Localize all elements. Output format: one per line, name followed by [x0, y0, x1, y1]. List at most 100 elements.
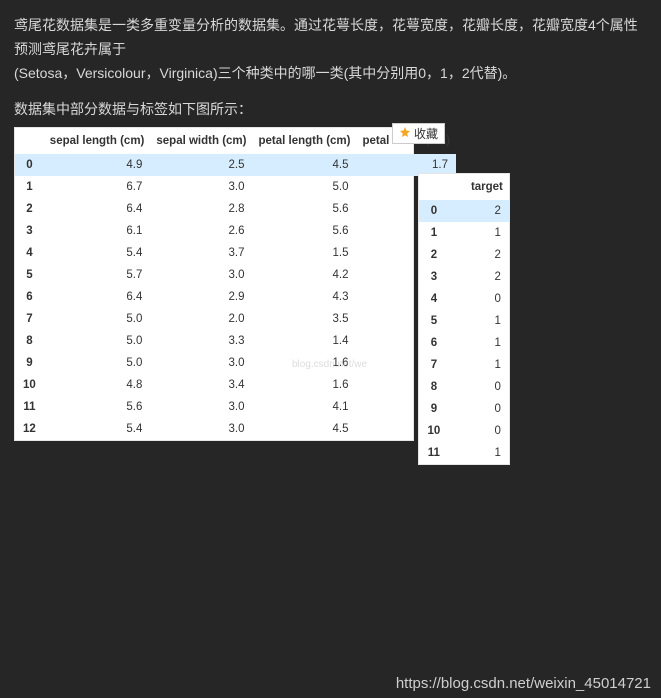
table-row: 55.73.04.21.2 [15, 264, 456, 286]
table-row: 51 [419, 310, 509, 332]
cell-value: 4.5 [252, 418, 356, 440]
cell-value: 3.0 [150, 396, 252, 418]
cell-value: 0 [449, 398, 509, 420]
intro-paragraph: 鸢尾花数据集是一类多重变量分析的数据集。通过花萼长度，花萼宽度，花瓣长度，花瓣宽… [14, 14, 647, 85]
table-row: 71 [419, 354, 509, 376]
col-blank [419, 174, 449, 200]
cell-value: 3.4 [150, 374, 252, 396]
row-index: 11 [15, 396, 44, 418]
cell-value: 4.1 [252, 396, 356, 418]
table-row: 22 [419, 244, 509, 266]
cell-value: 5.4 [44, 242, 151, 264]
row-index: 10 [419, 420, 449, 442]
table-row: 02 [419, 200, 509, 222]
table-row: 04.92.54.51.7 [15, 154, 456, 176]
row-index: 5 [419, 310, 449, 332]
row-index: 9 [419, 398, 449, 420]
row-index: 8 [419, 376, 449, 398]
col-header-target: target [449, 174, 509, 200]
row-index: 3 [15, 220, 44, 242]
table-row: 80 [419, 376, 509, 398]
row-index: 11 [419, 442, 449, 464]
cell-value: 3.5 [252, 308, 356, 330]
cell-value: 5.0 [252, 176, 356, 198]
bookmark-label: 收藏 [414, 125, 438, 142]
cell-value: 1.6 [252, 374, 356, 396]
row-index: 4 [15, 242, 44, 264]
bookmark-button[interactable]: 收藏 [392, 123, 445, 144]
cell-value: 6.1 [44, 220, 151, 242]
table-row: 66.42.94.31.3 [15, 286, 456, 308]
cell-value: 2.9 [150, 286, 252, 308]
table-row: 111 [419, 442, 509, 464]
table-row: 90 [419, 398, 509, 420]
cell-value: 6.7 [44, 176, 151, 198]
cell-value: 1.5 [252, 242, 356, 264]
table-row: 36.12.65.61.4 [15, 220, 456, 242]
targets-table: target 02112232405161718090100111 [419, 174, 509, 464]
cell-value: 1 [449, 310, 509, 332]
row-index: 1 [15, 176, 44, 198]
cell-value: 4.9 [44, 154, 151, 176]
row-index: 3 [419, 266, 449, 288]
row-index: 7 [15, 308, 44, 330]
cell-value: 2.0 [150, 308, 252, 330]
cell-value: 3.0 [150, 352, 252, 374]
table-row: 115.63.04.11.3 [15, 396, 456, 418]
cell-value: 2.5 [150, 154, 252, 176]
table-row: 95.03.01.60.2 [15, 352, 456, 374]
cell-value: 3.0 [150, 176, 252, 198]
cell-value: 3.0 [150, 264, 252, 286]
cell-value: 6.4 [44, 286, 151, 308]
cell-value: 0 [449, 420, 509, 442]
table-row: 32 [419, 266, 509, 288]
features-table: sepal length (cm) sepal width (cm) petal… [15, 128, 456, 440]
table-row: 45.43.71.50.2 [15, 242, 456, 264]
cell-value: 1 [449, 442, 509, 464]
table-row: 61 [419, 332, 509, 354]
cell-value: 1 [449, 332, 509, 354]
cell-value: 5.0 [44, 308, 151, 330]
col-header: sepal width (cm) [150, 128, 252, 154]
footer-url: https://blog.csdn.net/weixin_45014721 [396, 675, 651, 692]
row-index: 9 [15, 352, 44, 374]
table-row: 104.83.41.60.2 [15, 374, 456, 396]
row-index: 2 [419, 244, 449, 266]
cell-value: 4.2 [252, 264, 356, 286]
row-index: 1 [419, 222, 449, 244]
cell-value: 6.4 [44, 198, 151, 220]
cell-value: 5.6 [252, 220, 356, 242]
cell-value: 2 [449, 266, 509, 288]
cell-value: 2.6 [150, 220, 252, 242]
col-header: petal length (cm) [252, 128, 356, 154]
targets-table-block: target 02112232405161718090100111 [418, 173, 510, 465]
row-index: 10 [15, 374, 44, 396]
cell-value: 3.0 [150, 418, 252, 440]
cell-value: 5.0 [44, 330, 151, 352]
cell-value: 2 [449, 244, 509, 266]
table-row: 26.42.85.62.2 [15, 198, 456, 220]
row-index: 6 [419, 332, 449, 354]
col-blank [15, 128, 44, 154]
cell-value: 3.3 [150, 330, 252, 352]
cell-value: 5.6 [44, 396, 151, 418]
watermark-text: blog.csdn.net/we [292, 359, 367, 370]
table-row: 16.73.05.01.7 [15, 176, 456, 198]
row-index: 2 [15, 198, 44, 220]
cell-value: 0 [449, 288, 509, 310]
intro-line2: (Setosa，Versicolour，Virginica)三个种类中的哪一类(… [14, 65, 516, 81]
cell-value: 5.7 [44, 264, 151, 286]
star-icon [399, 126, 411, 141]
row-index: 12 [15, 418, 44, 440]
cell-value: 5.4 [44, 418, 151, 440]
features-table-block: sepal length (cm) sepal width (cm) petal… [14, 127, 414, 441]
subheading: 数据集中部分数据与标签如下图所示： [14, 99, 647, 119]
row-index: 0 [15, 154, 44, 176]
row-index: 7 [419, 354, 449, 376]
intro-line1: 鸢尾花数据集是一类多重变量分析的数据集。通过花萼长度，花萼宽度，花瓣长度，花瓣宽… [14, 17, 638, 57]
table-row: 125.43.04.51.5 [15, 418, 456, 440]
cell-value: 1.4 [252, 330, 356, 352]
table-row: 100 [419, 420, 509, 442]
row-index: 0 [419, 200, 449, 222]
table-row: 11 [419, 222, 509, 244]
